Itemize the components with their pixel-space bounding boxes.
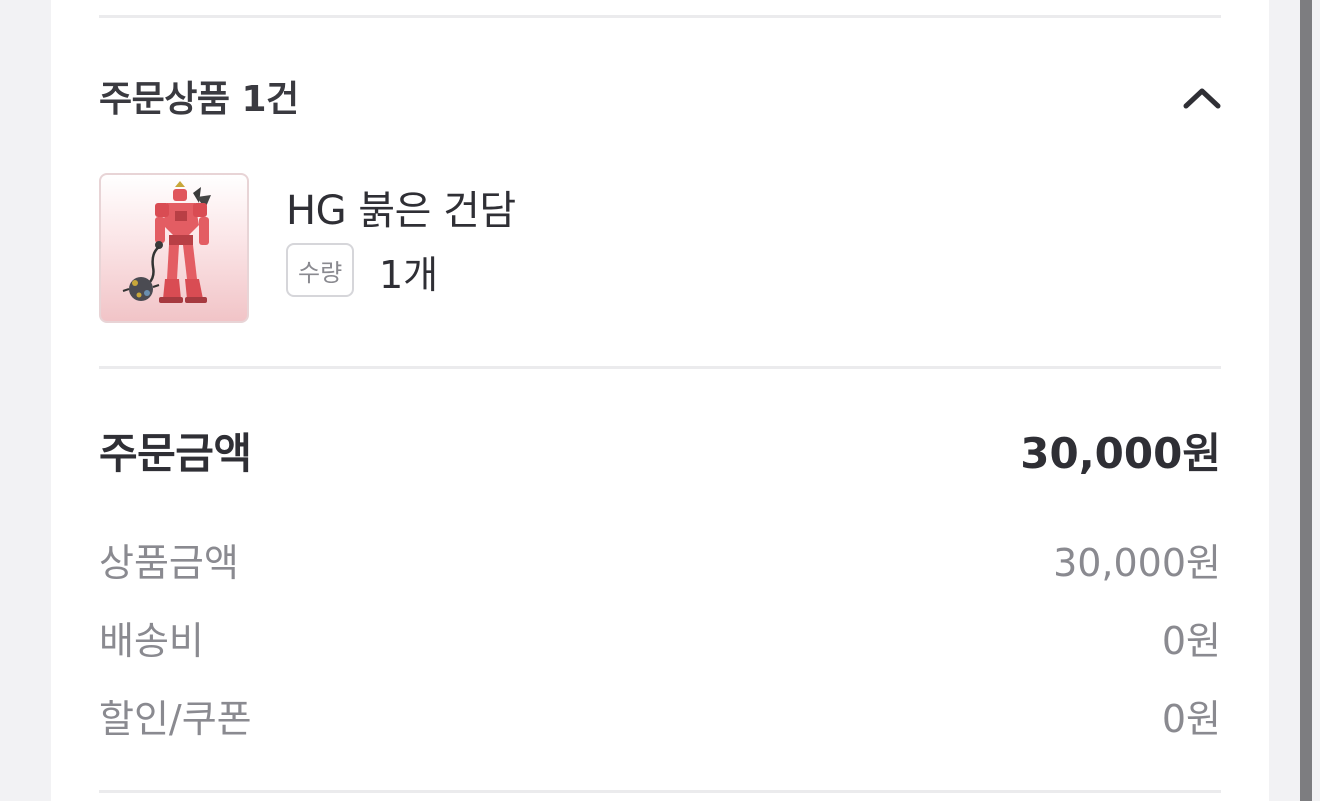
order-items-title: 주문상품 1건 <box>99 79 299 120</box>
product-name[interactable]: HG 붉은 건담 <box>286 178 516 236</box>
product-amount-value: 30,000원 <box>1053 541 1221 585</box>
discount-coupon-label: 할인/쿠폰 <box>99 697 252 741</box>
product-thumbnail[interactable] <box>99 173 249 323</box>
divider-bottom <box>99 790 1221 793</box>
divider-top <box>99 15 1221 18</box>
collapse-toggle-button[interactable] <box>1179 74 1225 120</box>
shipping-fee-label: 배송비 <box>99 619 204 663</box>
page-gutter <box>1269 0 1300 801</box>
quantity-badge: 수량 <box>286 243 355 297</box>
discount-coupon-value: 0원 <box>1161 697 1221 741</box>
order-summary-panel: 주문상품 1건 HG 붉은 건담 수량 1개 주문금액 30,000원 상품금액… <box>51 0 1269 801</box>
scrollbar[interactable] <box>1300 0 1312 801</box>
quantity-value: 1개 <box>379 253 439 297</box>
product-amount-label: 상품금액 <box>99 541 239 585</box>
red-gundam-figure <box>122 181 211 303</box>
order-total-value: 30,000원 <box>1020 429 1221 478</box>
order-total-label: 주문금액 <box>99 429 252 478</box>
chevron-up-icon <box>1183 88 1221 109</box>
divider-middle <box>99 366 1221 369</box>
shipping-fee-value: 0원 <box>1161 619 1221 663</box>
